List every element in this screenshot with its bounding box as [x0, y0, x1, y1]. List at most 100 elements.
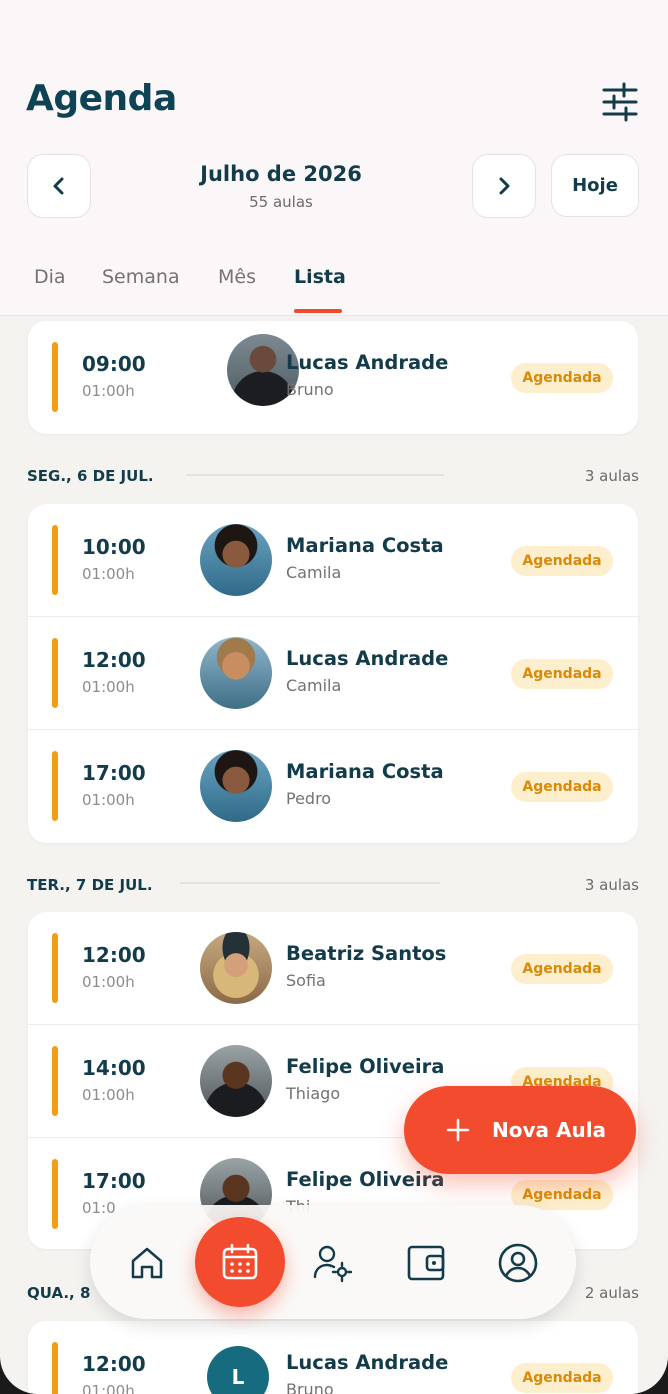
tab-dia[interactable]: Dia [34, 266, 66, 288]
lesson-time: 12:00 [82, 943, 146, 967]
lesson-card-group: 12:00 01:00h Beatriz Santos Sofia Agenda… [28, 912, 638, 1249]
lesson-time: 12:00 [82, 1352, 146, 1376]
student-avatar [200, 637, 272, 709]
page-title: Agenda [26, 78, 177, 119]
lesson-row[interactable]: 12:00 01:00h Beatriz Santos Sofia Agenda… [28, 912, 638, 1025]
agenda-screen: Agenda Julho de 2026 55 aulas Hoje Dia S… [0, 0, 668, 1394]
lessons-count: 55 aulas [249, 193, 313, 211]
student-name: Lucas Andrade [286, 1351, 449, 1374]
day-header-label: TER., 7 DE JUL. [27, 876, 153, 894]
instructor-name: Bruno [286, 1380, 334, 1394]
lesson-duration: 01:00h [82, 973, 135, 991]
status-bar [52, 751, 58, 821]
lesson-duration: 01:00h [82, 565, 135, 583]
status-badge: Agendada [511, 1363, 613, 1393]
lesson-row[interactable]: 12:00 01:00h Lucas Andrade Camila Agenda… [28, 617, 638, 730]
instructor-name: Camila [286, 563, 342, 582]
status-badge: Agendada [511, 772, 613, 802]
status-badge: Agendada [511, 546, 613, 576]
student-name: Lucas Andrade [286, 647, 449, 670]
lesson-card-group: 10:00 01:00h Mariana Costa Camila Agenda… [28, 504, 638, 843]
lesson-time: 14:00 [82, 1056, 146, 1080]
lesson-duration: 01:00h [82, 678, 135, 696]
day-lesson-count: 3 aulas [584, 876, 639, 894]
today-button[interactable]: Hoje [551, 154, 639, 217]
lesson-duration: 01:0 [82, 1199, 116, 1217]
new-lesson-button[interactable]: Nova Aula [404, 1086, 636, 1174]
lesson-duration: 01:00h [82, 1086, 135, 1104]
lesson-duration: 01:00h [82, 1382, 135, 1394]
tab-semana[interactable]: Semana [102, 266, 180, 288]
instructor-name: Camila [286, 676, 342, 695]
instructor-name: Sofia [286, 971, 326, 990]
status-bar [52, 1342, 58, 1394]
current-month: Julho de 2026 [200, 162, 362, 186]
student-name: Beatriz Santos [286, 942, 447, 965]
sliders-icon [602, 82, 638, 122]
lesson-time: 12:00 [82, 648, 146, 672]
new-lesson-label: Nova Aula [492, 1118, 607, 1142]
student-name: Mariana Costa [286, 534, 444, 557]
student-avatar [200, 524, 272, 596]
divider [186, 474, 444, 476]
status-badge: Agendada [511, 954, 613, 984]
plus-icon [446, 1118, 470, 1142]
status-bar [52, 1159, 58, 1229]
lesson-row[interactable]: 09:00 01:00h Lucas Andrade Bruno Agendad… [28, 321, 638, 434]
day-lesson-count: 3 aulas [584, 467, 639, 485]
lesson-duration: 01:00h [82, 382, 135, 400]
filter-button[interactable] [598, 82, 642, 122]
wallet-icon [407, 1245, 445, 1281]
nav-instructors[interactable] [312, 1243, 352, 1283]
status-badge: Agendada [511, 659, 613, 689]
status-bar [52, 1046, 58, 1116]
day-lesson-count: 2 aulas [584, 1284, 639, 1302]
lesson-row[interactable]: 10:00 01:00h Mariana Costa Camila Agenda… [28, 504, 638, 617]
status-bar [52, 638, 58, 708]
lesson-time: 09:00 [82, 352, 146, 376]
next-month-button[interactable] [472, 154, 536, 218]
chevron-left-icon [53, 177, 64, 195]
student-avatar: L [207, 1346, 269, 1394]
student-name: Mariana Costa [286, 760, 444, 783]
student-name: Felipe Oliveira [286, 1055, 445, 1078]
student-name: Felipe Oliveira [286, 1168, 445, 1191]
lesson-row[interactable]: 17:00 01:00h Mariana Costa Pedro Agendad… [28, 730, 638, 843]
home-icon [131, 1247, 163, 1279]
student-avatar [200, 750, 272, 822]
student-avatar [200, 1045, 272, 1117]
nav-wallet[interactable] [406, 1243, 446, 1283]
lesson-card-group: 12:00 01:00h L Lucas Andrade Bruno Agend… [28, 1321, 638, 1394]
calendar-icon [222, 1243, 258, 1280]
divider [180, 882, 440, 884]
tab-lista[interactable]: Lista [294, 266, 346, 288]
instructor-name: Bruno [286, 380, 334, 399]
nav-profile[interactable] [498, 1243, 538, 1283]
student-name: Lucas Andrade [286, 351, 449, 374]
lesson-time: 17:00 [82, 761, 146, 785]
profile-icon [498, 1243, 538, 1283]
header: Agenda Julho de 2026 55 aulas Hoje Dia S… [0, 0, 668, 316]
instructor-name: Thiago [286, 1084, 341, 1103]
instructor-settings-icon [313, 1245, 352, 1283]
status-bar [52, 342, 58, 412]
nav-calendar[interactable] [195, 1217, 285, 1307]
previous-month-button[interactable] [27, 154, 91, 218]
instructor-name: Pedro [286, 789, 332, 808]
chevron-right-icon [499, 177, 510, 195]
lesson-row[interactable]: 12:00 01:00h L Lucas Andrade Bruno Agend… [28, 1321, 638, 1394]
nav-home[interactable] [127, 1243, 167, 1283]
status-bar [52, 525, 58, 595]
lesson-duration: 01:00h [82, 791, 135, 809]
status-badge: Agendada [511, 363, 613, 393]
student-avatar [200, 932, 272, 1004]
day-header-label: QUA., 8 [27, 1284, 91, 1302]
lesson-time: 10:00 [82, 535, 146, 559]
status-bar [52, 933, 58, 1003]
bottom-navigation [90, 1205, 576, 1319]
tab-mes[interactable]: Mês [218, 266, 256, 288]
day-header-label: SEG., 6 DE JUL. [27, 467, 154, 485]
lesson-card-group: 09:00 01:00h Lucas Andrade Bruno Agendad… [28, 321, 638, 434]
active-tab-indicator [294, 309, 342, 313]
lesson-time: 17:00 [82, 1169, 146, 1193]
